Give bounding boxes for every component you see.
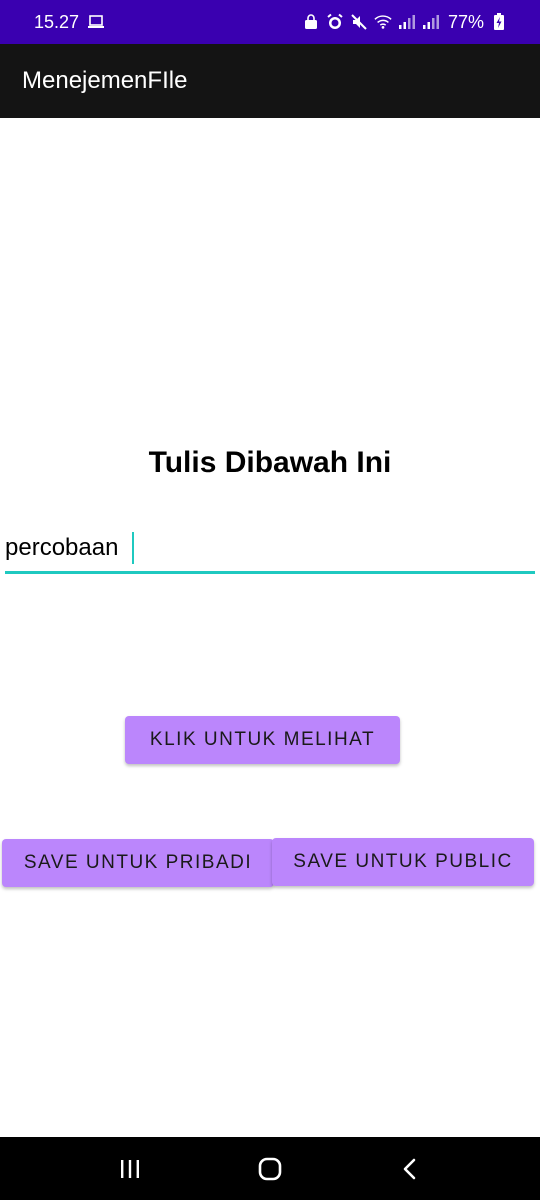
status-right: 77% (302, 12, 508, 33)
save-public-button[interactable]: SAVE UNTUK PUBLIC (272, 838, 534, 886)
lock-icon (302, 13, 320, 31)
recent-apps-icon[interactable] (100, 1139, 160, 1199)
text-input[interactable] (5, 534, 535, 562)
home-icon[interactable] (240, 1139, 300, 1199)
back-icon[interactable] (380, 1139, 440, 1199)
app-bar: MenejemenFIle (0, 44, 540, 118)
save-private-button[interactable]: SAVE UNTUK PRIBADI (2, 839, 274, 887)
battery-percent: 77% (447, 11, 484, 32)
status-left: 15.27 (34, 12, 105, 33)
navigation-bar (0, 1137, 540, 1200)
app-title: MenejemenFIle (22, 67, 188, 94)
text-cursor (132, 532, 134, 564)
view-button[interactable]: KLIK UNTUK MELIHAT (125, 716, 400, 764)
wifi-icon (374, 13, 392, 31)
battery-charging-icon (490, 13, 508, 31)
screen: 15.27 77% MenejemenFIle Tulis Dibawah In… (0, 0, 540, 1200)
signal-icon (398, 13, 416, 31)
laptop-icon (87, 13, 105, 31)
signal-icon (422, 13, 440, 31)
alarm-icon (326, 13, 344, 31)
status-bar: 15.27 77% (0, 0, 540, 44)
text-input-field[interactable] (5, 528, 535, 574)
page-heading: Tulis Dibawah Ini (148, 446, 392, 479)
mute-icon (350, 13, 368, 31)
status-time: 15.27 (34, 11, 80, 32)
